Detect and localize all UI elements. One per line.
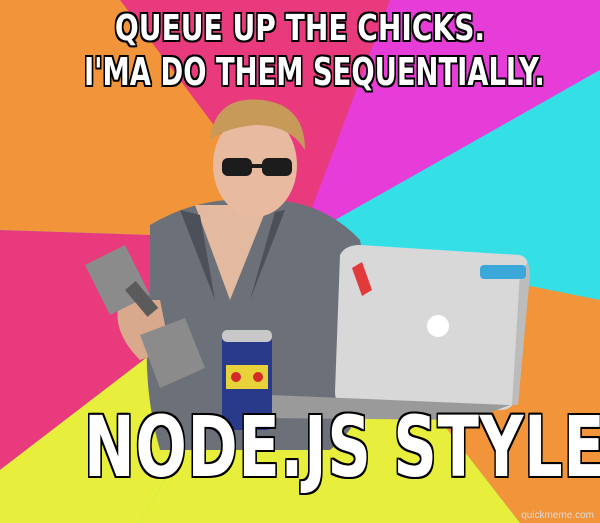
sunglasses-left — [222, 158, 252, 176]
can-bull-icon — [231, 372, 241, 382]
top-caption-line-2: I'MA DO THEM SEQUENTIALLY. — [83, 49, 545, 95]
can-top — [222, 330, 272, 342]
sunglasses-right — [262, 158, 292, 176]
foursquare-sticker — [480, 265, 526, 279]
top-caption-line-1: QUEUE UP THE CHICKS. — [114, 7, 486, 50]
watermark: quickmeme.com — [521, 510, 594, 521]
meme-image: QUEUE UP THE CHICKS. I'MA DO THEM SEQUEN… — [0, 0, 600, 523]
can-bull-icon-2 — [253, 372, 263, 382]
apple-logo-icon — [427, 315, 449, 337]
sunglasses-bridge — [250, 164, 264, 168]
bottom-caption: NODE.JS STYLE — [83, 397, 600, 497]
